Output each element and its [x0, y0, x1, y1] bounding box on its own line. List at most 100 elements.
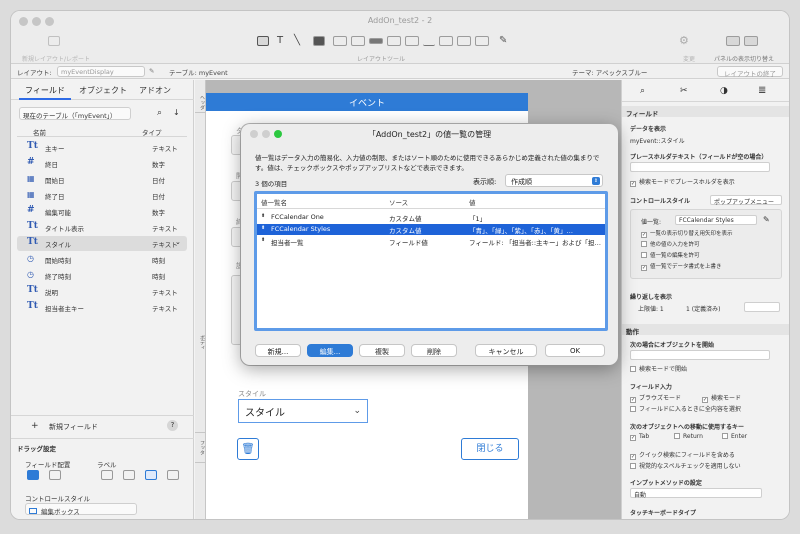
label-top-icon[interactable]: [123, 470, 135, 480]
enter-key-option[interactable]: Enter: [722, 433, 747, 440]
allow-edit-option[interactable]: 値一覧の編集を許可: [641, 251, 700, 259]
field-row-selected[interactable]: Tt スタイル テキスト ⌄: [17, 236, 187, 251]
cancel-button[interactable]: キャンセル: [475, 344, 537, 357]
line-tool-icon[interactable]: ╲: [294, 36, 306, 46]
show-arrow-option[interactable]: ✓ 一覧の表示切り替え用矢印を表示: [641, 229, 733, 238]
chevron-down-icon[interactable]: ⌄: [175, 238, 181, 246]
header-part-label[interactable]: ヘッダ: [195, 93, 206, 113]
data-display-value[interactable]: myEvent::スタイル: [630, 136, 685, 145]
override-format-option[interactable]: ✓ 値一覧でデータ書式を上書き: [641, 262, 722, 271]
col-name-header[interactable]: 値一覧名: [261, 197, 287, 207]
col-value-header[interactable]: 値: [469, 197, 476, 207]
trash-icon[interactable]: 🗑: [237, 438, 259, 460]
layout-select[interactable]: myEventDisplay: [57, 66, 145, 77]
left-panel-toggle-icon[interactable]: [726, 36, 740, 46]
select-all-option[interactable]: フィールドに入るときに全内容を選択: [630, 404, 741, 413]
gear-icon[interactable]: ⚙: [679, 35, 691, 46]
table-row[interactable]: ⬍ 担当者一覧 フィールド値 フィールド: 「担当者::主キー」および「担…: [257, 236, 605, 247]
horizontal-layout-icon[interactable]: [49, 470, 61, 480]
selection-tool-icon[interactable]: [257, 36, 269, 46]
position-tab-icon[interactable]: ⌕: [640, 86, 645, 96]
quick-find-option[interactable]: ✓ クイック検索にフィールドを含める: [630, 450, 735, 460]
drag-handle-icon[interactable]: ⬍: [261, 213, 265, 219]
table-row[interactable]: ⬍ FCCalendar One カスタム値 「1」: [257, 212, 605, 223]
find-mode-entry-option[interactable]: ✓ 検索モード: [702, 393, 741, 403]
close-form-button[interactable]: 閉じる: [461, 438, 519, 460]
edit-button[interactable]: 編集...: [307, 344, 353, 357]
field-row[interactable]: ◷ 開始時刻 時刻: [17, 252, 187, 267]
ok-button[interactable]: OK: [545, 344, 605, 357]
enter-object-input[interactable]: [630, 350, 770, 360]
slide-control-tool-icon[interactable]: [475, 36, 489, 46]
field-row[interactable]: # 終日 数字: [17, 156, 187, 171]
appearance-tab-icon[interactable]: ◑: [720, 86, 728, 96]
placeholder-input[interactable]: [630, 162, 770, 172]
field-row[interactable]: ▦ 開始日 日付: [17, 172, 187, 187]
input-method-select[interactable]: 自動: [630, 488, 762, 499]
portal-tool-icon[interactable]: [457, 36, 471, 46]
field-row[interactable]: Tt 主キー テキスト: [17, 140, 187, 155]
format-painter-icon[interactable]: ✎: [499, 36, 511, 46]
field-row[interactable]: ▦ 終了日 日付: [17, 188, 187, 203]
button-tool-icon[interactable]: [369, 38, 383, 44]
label-none-icon[interactable]: [101, 470, 113, 480]
pencil-icon[interactable]: ✎: [763, 215, 770, 224]
field-row[interactable]: Tt 説明 テキスト: [17, 284, 187, 299]
return-key-option[interactable]: Return: [674, 433, 703, 440]
new-button[interactable]: 新規...: [255, 344, 301, 357]
body-part-label[interactable]: ボディ: [195, 113, 206, 433]
tab-objects[interactable]: オブジェクト: [79, 85, 127, 96]
tab-control-tool-icon[interactable]: [405, 36, 419, 46]
spellcheck-option[interactable]: 視覚的なスペルチェックを適用しない: [630, 461, 741, 470]
exit-layout-button[interactable]: レイアウトの終了: [717, 66, 783, 78]
control-style-select[interactable]: ポップアップメニュー: [710, 195, 782, 206]
new-field-button[interactable]: 新規フィールド: [49, 422, 98, 432]
tab-fields[interactable]: フィールド: [25, 85, 65, 96]
search-icon[interactable]: ⌕: [157, 108, 162, 118]
control-style-select[interactable]: 編集ボックス: [25, 503, 137, 516]
pencil-icon[interactable]: ✎: [149, 67, 154, 75]
browse-mode-option[interactable]: ✓ ブラウズモード: [630, 393, 681, 403]
value-list-select[interactable]: FCCalendar Styles: [675, 215, 757, 225]
style-popup-field[interactable]: スタイル ⌄: [238, 399, 368, 423]
delete-button[interactable]: 削除: [411, 344, 457, 357]
sort-select[interactable]: 作成順 ⇕: [505, 174, 603, 187]
field-row[interactable]: # 編集可能 数字: [17, 204, 187, 219]
label-inside-icon[interactable]: [167, 470, 179, 480]
text-tool-icon[interactable]: T: [277, 36, 289, 46]
web-viewer-tool-icon[interactable]: [439, 36, 453, 46]
rectangle-tool-icon[interactable]: [313, 36, 325, 46]
styles-tab-icon[interactable]: ✂: [680, 86, 688, 96]
allow-other-option[interactable]: 他の値の入力を許可: [641, 240, 700, 248]
duplicate-button[interactable]: 複製: [359, 344, 405, 357]
field-row[interactable]: Tt タイトル表示 テキスト: [17, 220, 187, 235]
tab-key-option[interactable]: ✓ Tab: [630, 433, 649, 441]
tab-addons[interactable]: アドオン: [139, 85, 171, 96]
behavior-section[interactable]: 動作: [622, 324, 789, 336]
new-layout-icon[interactable]: [48, 36, 60, 46]
repeat-upper[interactable]: 上限値: 1: [638, 304, 664, 313]
field-tool-icon[interactable]: [333, 36, 347, 46]
field-section[interactable]: フィールド: [622, 106, 789, 118]
drag-handle-icon[interactable]: ⬍: [261, 237, 265, 243]
plus-icon[interactable]: +: [31, 421, 39, 431]
label-left-icon[interactable]: [145, 470, 157, 480]
footer-part-label[interactable]: フッタ: [195, 433, 206, 463]
repeat-orientation[interactable]: [744, 302, 780, 312]
popover-tool-icon[interactable]: [387, 36, 401, 46]
table-select[interactable]: 現在のテーブル（「myEvent」）: [19, 107, 131, 120]
vertical-layout-icon[interactable]: [27, 470, 39, 480]
data-tab-icon[interactable]: ≣: [758, 85, 766, 96]
sort-icon[interactable]: ↓: [173, 108, 180, 117]
help-icon[interactable]: ?: [167, 420, 178, 431]
table-row-selected[interactable]: ⬍ FCCalendar Styles カスタム値 「青」、「緑」、「紫」、「赤…: [257, 224, 605, 235]
placeholder-find-option[interactable]: ✓ 検索モードでプレースホルダを表示: [630, 177, 735, 187]
field-row[interactable]: ◷ 終了時刻 時刻: [17, 268, 187, 283]
chart-tool-icon[interactable]: [423, 36, 435, 46]
field-control-tool-icon[interactable]: [351, 36, 365, 46]
col-source-header[interactable]: ソース: [389, 197, 408, 207]
find-mode-option[interactable]: 検索モードで開始: [630, 364, 687, 373]
right-panel-toggle-icon[interactable]: [744, 36, 758, 46]
drag-handle-icon[interactable]: ⬍: [261, 225, 265, 231]
field-row[interactable]: Tt 担当者主キー テキスト: [17, 300, 187, 315]
